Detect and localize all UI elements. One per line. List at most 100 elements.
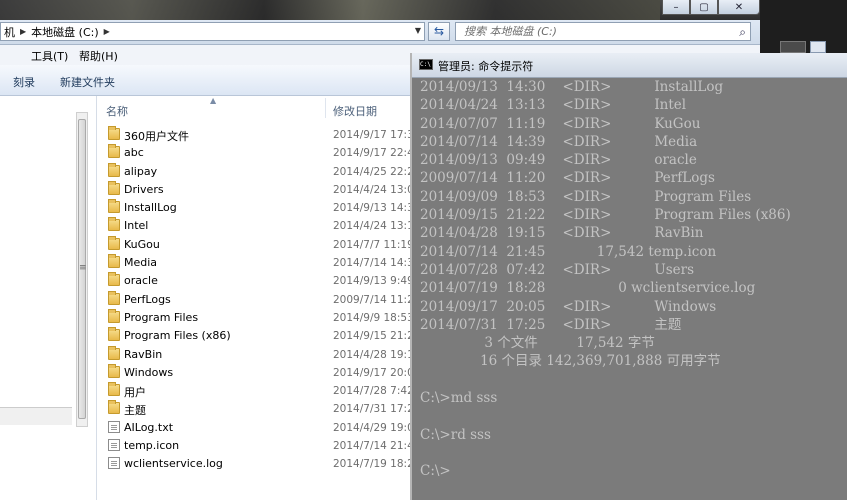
console-line: 2014/04/28 19:15 <DIR> RavBin: [420, 225, 704, 242]
console-line: 2014/07/14 14:39 <DIR> Media: [420, 133, 698, 150]
file-name: abc: [124, 146, 144, 160]
file-modified-date: 2014/9/17 20:0: [333, 366, 414, 379]
file-name: 360用户文件: [124, 130, 189, 143]
folder-icon: [108, 254, 120, 269]
menu-tools[interactable]: 工具(T): [31, 48, 68, 64]
console-line: 2014/07/31 17:25 <DIR> 主题: [420, 316, 682, 333]
file-name: AILog.txt: [124, 420, 174, 434]
file-name: Drivers: [124, 182, 164, 196]
file-name: Media: [124, 256, 158, 270]
column-divider[interactable]: [325, 98, 326, 118]
background-window-fragment: [780, 41, 806, 53]
console-line: C:\>: [420, 463, 451, 480]
navigation-horizontal-scrollbar[interactable]: [0, 407, 72, 425]
menu-help[interactable]: 帮助(H): [79, 48, 118, 64]
navigation-scrollbar[interactable]: ≡: [76, 112, 88, 427]
console-line: C:\>md sss: [420, 390, 498, 407]
refresh-button[interactable]: ⇆: [428, 22, 450, 41]
folder-icon: [108, 162, 120, 177]
file-modified-date: 2014/4/25 22:2: [333, 165, 414, 178]
file-modified-date: 2014/9/9 18:53: [333, 311, 414, 324]
breadcrumb-drive[interactable]: 本地磁盘 (C:): [28, 24, 101, 40]
file-modified-date: 2014/7/14 14:3: [333, 257, 414, 270]
search-icon[interactable]: ⌕: [739, 24, 746, 41]
file-modified-date: 2014/4/24 13:0: [333, 183, 414, 196]
folder-icon: [108, 327, 120, 342]
file-name: oracle: [124, 274, 158, 288]
maximize-button[interactable]: ▢: [690, 0, 718, 15]
folder-icon: [108, 272, 120, 287]
folder-icon: [108, 290, 120, 305]
console-line: 3 个文件 17,542 字节: [420, 335, 655, 352]
background-desktop-strip: [760, 0, 847, 53]
folder-icon: [108, 345, 120, 360]
console-line: 2014/09/13 09:49 <DIR> oracle: [420, 152, 697, 169]
folder-icon: [108, 217, 120, 232]
file-modified-date: 2014/7/7 11:19: [333, 238, 414, 251]
cmd-console-output[interactable]: 2014/09/13 14:30 <DIR> InstallLog 2014/04…: [420, 78, 847, 500]
close-button[interactable]: ✕: [718, 0, 760, 15]
console-line: 16 个目录 142,369,701,888 可用字节: [420, 353, 721, 370]
breadcrumb-computer[interactable]: 机: [1, 24, 18, 40]
folder-icon: [108, 180, 120, 195]
burn-button[interactable]: 刻录: [13, 74, 35, 90]
file-modified-date: 2014/9/17 17:32: [333, 129, 421, 141]
folder-icon: [108, 400, 120, 415]
file-modified-date: 2014/7/31 17:2: [333, 403, 414, 416]
console-line: 2014/07/14 21:45 17,542 temp.icon: [420, 243, 717, 260]
console-line: 2014/04/24 13:13 <DIR> Intel: [420, 97, 687, 114]
file-modified-date: 2014/7/28 7:42: [333, 385, 414, 398]
command-prompt-window[interactable]: C:\ 管理员: 命令提示符 2014/09/13 14:30 <DIR> In…: [410, 53, 847, 500]
file-modified-date: 2014/7/19 18:2: [333, 458, 414, 471]
window-controls: – ▢ ✕: [662, 0, 760, 16]
file-name: InstallLog: [124, 201, 177, 215]
file-name: temp.icon: [124, 439, 180, 453]
breadcrumb-arrow-icon[interactable]: ▶: [102, 27, 112, 36]
file-name: Windows: [124, 365, 174, 379]
file-icon: [108, 439, 120, 452]
background-window-icon: [810, 41, 826, 53]
file-name: KuGou: [124, 237, 160, 251]
file-modified-date: 2009/7/14 11:2: [333, 293, 414, 306]
folder-icon: [108, 382, 120, 397]
console-line: 2014/09/13 14:30 <DIR> InstallLog: [420, 79, 724, 95]
file-modified-date: 2014/4/28 19:1: [333, 348, 414, 361]
file-modified-date: 2014/4/24 13:1: [333, 220, 414, 233]
address-dropdown-icon[interactable]: ▼: [415, 26, 421, 35]
console-line: 2014/07/28 07:42 <DIR> Users: [420, 261, 694, 278]
folder-icon: [108, 144, 120, 159]
file-modified-date: 2014/4/29 19:0: [333, 421, 414, 434]
search-placeholder: 搜索 本地磁盘 (C:): [464, 25, 557, 38]
console-line: 2014/09/15 21:22 <DIR> Program Files (x8…: [420, 207, 791, 224]
folder-icon: [108, 126, 120, 140]
file-modified-date: 2014/9/13 14:3: [333, 202, 414, 215]
folder-icon: [108, 199, 120, 214]
console-line: 2014/09/09 18:53 <DIR> Program Files: [420, 188, 752, 205]
search-input[interactable]: 搜索 本地磁盘 (C:) ⌕: [455, 22, 751, 41]
folder-icon: [108, 235, 120, 250]
cmd-titlebar[interactable]: C:\ 管理员: 命令提示符: [412, 53, 847, 78]
file-name: Program Files: [124, 310, 199, 324]
file-name: RavBin: [124, 347, 163, 361]
background-photo-strip: [0, 0, 660, 20]
minimize-button[interactable]: –: [662, 0, 690, 15]
explorer-titlebar: – ▢ ✕: [0, 0, 760, 20]
folder-icon: [108, 363, 120, 378]
file-modified-date: 2014/7/14 21:4: [333, 440, 414, 453]
console-line: 2014/07/07 11:19 <DIR> KuGou: [420, 115, 701, 132]
file-name: alipay: [124, 164, 158, 178]
address-bar[interactable]: 机 ▶ 本地磁盘 (C:) ▶ ▼: [0, 22, 425, 41]
column-header-name[interactable]: 名称: [106, 103, 128, 119]
breadcrumb-arrow-icon[interactable]: ▶: [18, 27, 28, 36]
folder-icon: [108, 308, 120, 323]
cmd-title: 管理员: 命令提示符: [438, 60, 534, 73]
file-name: 用户: [124, 386, 146, 400]
new-folder-button[interactable]: 新建文件夹: [60, 74, 115, 90]
console-line: 2009/07/14 11:20 <DIR> PerfLogs: [420, 170, 715, 187]
column-header-date[interactable]: 修改日期: [333, 103, 377, 119]
file-name: PerfLogs: [124, 292, 171, 306]
file-modified-date: 2014/9/15 21:2: [333, 330, 414, 343]
file-icon: [108, 457, 120, 470]
